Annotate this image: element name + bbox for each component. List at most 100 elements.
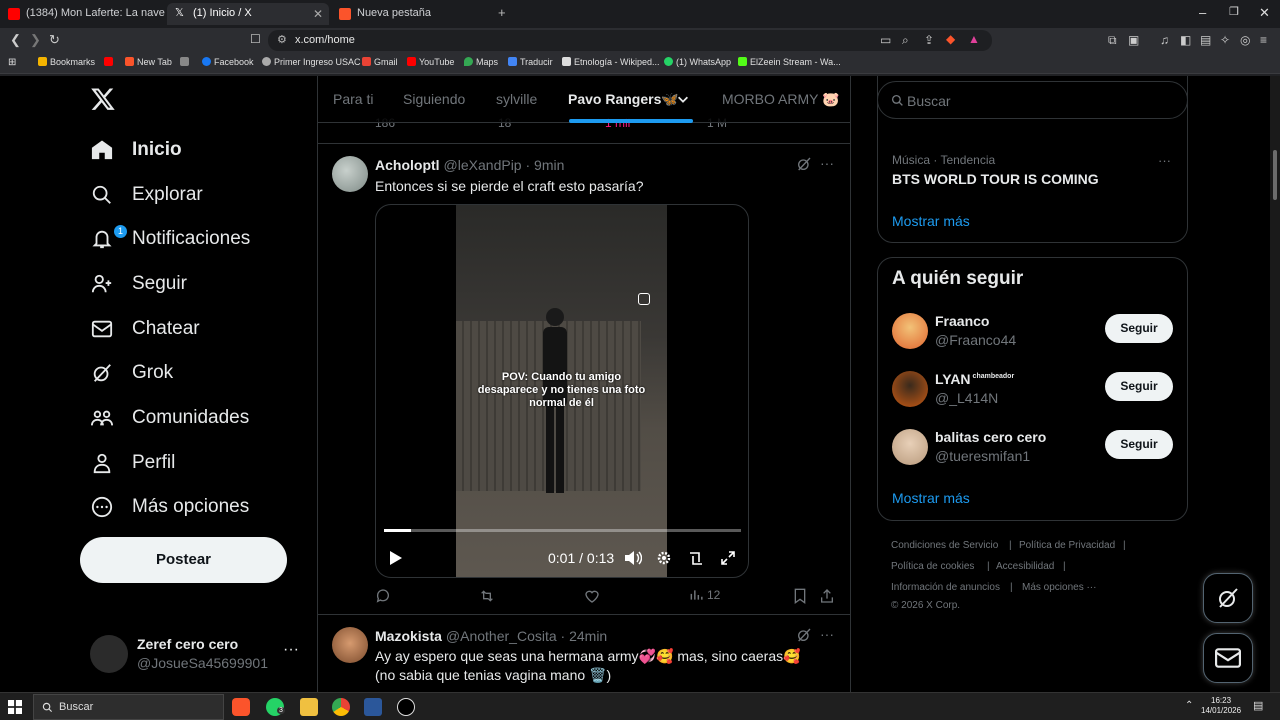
bookmark-item[interactable]: YouTube [407, 57, 454, 67]
tweet-author[interactable]: Acholoptl @leXandPip · 9min [375, 157, 564, 173]
scroll-thumb[interactable] [1273, 150, 1277, 200]
chrome-taskbar-icon[interactable] [332, 698, 350, 716]
grok-float-button[interactable] [1203, 573, 1253, 623]
retweet-button[interactable] [479, 588, 499, 604]
new-tab-button[interactable]: + [498, 5, 506, 20]
fullscreen-icon[interactable] [720, 550, 736, 566]
show-more-follow[interactable]: Mostrar más [892, 490, 970, 506]
grok-icon[interactable] [796, 627, 812, 643]
leo-icon[interactable]: ✧ [1220, 33, 1230, 47]
bookmark-page-icon[interactable]: ☐ [250, 32, 261, 46]
bookmark-button[interactable] [793, 588, 811, 604]
bookmark-item[interactable]: New Tab [125, 57, 172, 67]
search-box[interactable]: Buscar [877, 81, 1188, 119]
nav-item-mas-opciones[interactable]: Más opciones [90, 489, 249, 525]
nav-item-inicio[interactable]: Inicio [90, 132, 182, 168]
brave-taskbar-icon[interactable] [232, 698, 250, 716]
url-bar[interactable]: ⚙ x.com/home ▭ ⌕ ⇪ ◆ ▲ [268, 30, 992, 51]
sidebar-icon[interactable]: ◧ [1180, 33, 1191, 47]
menu-icon[interactable]: ≡ [1260, 33, 1267, 47]
video-player[interactable]: POV: Cuando tu amigo desaparece y no tie… [375, 204, 749, 578]
settings-gear-icon[interactable] [656, 550, 672, 566]
volume-icon[interactable] [624, 550, 642, 566]
trend-name[interactable]: BTS WORLD TOUR IS COMING [892, 171, 1099, 187]
taskbar-search[interactable]: Buscar [33, 694, 224, 720]
nav-item-chatear[interactable]: Chatear [90, 311, 200, 347]
forward-button[interactable]: ❯ [30, 32, 41, 48]
follow-suggestion[interactable]: balitas cero cero @tueresmifan1 Seguir [892, 426, 1174, 470]
footer-link[interactable]: Accesibilidad [996, 561, 1054, 572]
brave-rewards-icon[interactable]: ▲ [968, 32, 980, 46]
x-logo-icon[interactable] [90, 86, 116, 112]
bookmark-item[interactable]: Bookmarks [38, 57, 95, 67]
tweet-author[interactable]: Mazokista @Another_Cosita · 24min [375, 628, 607, 644]
wallet-icon[interactable]: ▣ [1128, 33, 1139, 47]
nav-item-comunidades[interactable]: Comunidades [90, 400, 249, 436]
nav-item-explorar[interactable]: Explorar [90, 177, 203, 213]
account-switcher[interactable]: Zeref cero cero @JosueSa45699901 ··· [90, 631, 310, 675]
whatsapp-taskbar-icon[interactable]: 3 [266, 698, 285, 716]
show-more-trends[interactable]: Mostrar más [892, 213, 970, 229]
grok-icon[interactable] [796, 156, 812, 172]
bookmark-item[interactable]: Maps [464, 57, 498, 67]
file-explorer-icon[interactable] [300, 698, 318, 716]
apps-icon[interactable]: ⊞ [8, 57, 16, 68]
tab-para-ti[interactable]: Para ti [333, 91, 373, 107]
tweet-avatar[interactable] [332, 156, 368, 192]
zoom-icon[interactable]: ⌕ [902, 33, 909, 48]
tweet[interactable]: Acholoptl @leXandPip · 9min ··· Entonces … [318, 143, 850, 615]
obs-taskbar-icon[interactable] [397, 698, 415, 716]
tweet-more-icon[interactable]: ··· [820, 155, 834, 171]
footer-link[interactable]: Información de anuncios [891, 582, 1000, 593]
follow-suggestion[interactable]: Fraanco @Fraanco44 Seguir [892, 310, 1174, 354]
follow-button[interactable]: Seguir [1105, 314, 1173, 343]
tweet[interactable]: Mazokista @Another_Cosita · 24min ··· Ay … [318, 615, 850, 692]
word-taskbar-icon[interactable] [364, 698, 382, 716]
share-button[interactable] [820, 588, 838, 604]
footer-link[interactable]: Política de Privacidad [1019, 540, 1115, 551]
tab-sylville[interactable]: sylville [496, 91, 537, 107]
play-icon[interactable] [389, 550, 403, 566]
music-icon[interactable]: ♫ [1160, 33, 1169, 47]
tweet-more-icon[interactable]: ··· [820, 626, 834, 642]
bookmark-item[interactable]: Traducir [508, 57, 553, 67]
footer-link[interactable]: Condiciones de Servicio [891, 540, 998, 551]
trend-more-icon[interactable]: ··· [1158, 153, 1171, 168]
tray-clock[interactable]: 16:23 14/01/2026 [1201, 696, 1241, 716]
like-button[interactable] [584, 588, 604, 604]
back-button[interactable]: ❮ [10, 32, 21, 48]
bookmark-item[interactable] [104, 57, 116, 67]
chevron-down-icon[interactable] [676, 92, 690, 106]
share-icon[interactable]: ⇪ [924, 33, 934, 47]
nav-item-seguir[interactable]: Seguir [90, 266, 187, 302]
pip-icon[interactable] [688, 550, 704, 566]
close-tab-icon[interactable]: ✕ [313, 7, 323, 21]
reply-button[interactable] [375, 588, 395, 604]
nav-item-notificaciones[interactable]: 1 Notificaciones [90, 221, 250, 257]
browser-tab-youtube[interactable]: (1384) Mon Laferte: La nave del olvid [0, 3, 165, 25]
nav-item-perfil[interactable]: Perfil [90, 445, 175, 481]
bookmark-item[interactable] [180, 57, 192, 67]
tab-morbo-army[interactable]: MORBO ARMY 🐷 [722, 91, 840, 108]
footer-link[interactable]: Más opciones ··· [1022, 582, 1096, 593]
bookmark-item[interactable]: Gmail [362, 57, 398, 67]
bookmark-item[interactable]: Primer Ingreso USAC [262, 57, 361, 67]
brave-shields-icon[interactable]: ◆ [946, 32, 955, 46]
close-window-button[interactable]: ✕ [1259, 5, 1270, 21]
extensions-icon[interactable]: ⧉ [1108, 33, 1117, 48]
views-button[interactable]: 12 [689, 588, 720, 602]
tab-pavo-rangers[interactable]: Pavo Rangers🦋 [568, 91, 679, 108]
minimize-button[interactable]: – [1199, 5, 1206, 20]
nav-item-grok[interactable]: Grok [90, 355, 173, 391]
tab-siguiendo[interactable]: Siguiendo [403, 91, 465, 107]
notification-center-icon[interactable]: ▤ [1253, 699, 1263, 712]
bookmark-item[interactable]: ElZeein Stream - Wa... [738, 57, 841, 67]
follow-button[interactable]: Seguir [1105, 372, 1173, 401]
tray-chevron-icon[interactable]: ⌃ [1185, 700, 1193, 711]
bookmark-item[interactable]: Etnología - Wikiped... [562, 57, 660, 67]
footer-link[interactable]: Política de cookies [891, 561, 974, 572]
cast-icon[interactable]: ▭ [880, 33, 891, 47]
browser-tab-new[interactable]: Nueva pestaña [331, 3, 493, 25]
site-info-icon[interactable]: ⚙ [277, 33, 287, 46]
vpn-icon[interactable]: ◎ [1240, 33, 1250, 47]
